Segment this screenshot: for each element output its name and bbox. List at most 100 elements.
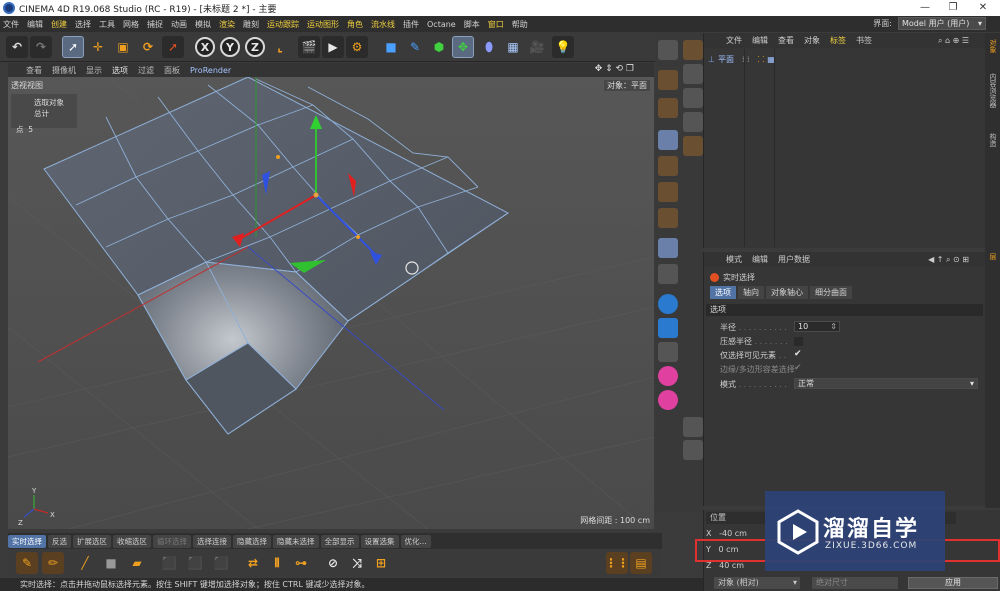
edges-mode-button[interactable] [658,156,678,176]
menu-create[interactable]: 创建 [51,19,67,30]
brush-tool-button[interactable] [683,40,703,60]
menu-animate[interactable]: 动画 [171,19,187,30]
tab-layers[interactable]: 层 [987,253,998,260]
menu-help[interactable]: 帮助 [512,19,528,30]
grid-tool-button[interactable]: ⋮⋮ [605,552,629,574]
tool-bridge-button[interactable] [683,417,703,437]
minimize-button[interactable]: — [910,0,940,16]
render-picture-viewer-button[interactable]: ▶ [322,36,344,58]
bevel-tool-button[interactable]: ⬛ [210,552,232,574]
menu-mesh[interactable]: 网格 [123,19,139,30]
perspective-viewport[interactable]: Y X Z 透视视图 选取对象 总计 点 5 对象：平面 网格间距 : 100 … [8,77,654,529]
menu-file[interactable]: 文件 [3,19,19,30]
rotate-button[interactable]: ⟳ [137,36,159,58]
menu-window[interactable]: 窗口 [488,19,504,30]
cube-button[interactable]: ■ [380,36,402,58]
menu-sculpt[interactable]: 雕刻 [243,19,259,30]
mode-select[interactable]: 正常 ▾ [794,378,978,389]
attr-menu-user-data[interactable]: 用户数据 [778,254,810,265]
solo-button[interactable] [658,366,678,386]
tab-select-connected[interactable]: 选择连接 [193,534,231,548]
tab-structure[interactable]: 构造 [987,133,998,147]
size-mode-select[interactable]: 绝对尺寸 [812,577,898,589]
tab-objects[interactable]: 对象 [987,39,998,53]
attr-nav-icons[interactable]: ◀ ↑ ⌕ ⊙ ⊞ [928,255,969,265]
redo-button[interactable]: ↷ [30,36,52,58]
axis-locks-button[interactable] [658,342,678,362]
tab-invert-selection[interactable]: 反选 [48,534,71,548]
apply-button[interactable]: 应用 [908,577,998,589]
array-tool-button[interactable]: ▤ [630,552,652,574]
tab-set-selection[interactable]: 设置选集 [360,534,399,548]
coordinate-system-button[interactable]: ⌞ [269,36,291,58]
paint-tool-button[interactable]: ✏ [42,552,64,574]
menu-render[interactable]: 渲染 [219,19,235,30]
magnet-tool-button[interactable]: ⊘ [322,552,344,574]
tab-hide-selected[interactable]: 隐藏选择 [233,534,271,548]
live-selection-button[interactable]: ➚ [62,36,84,58]
move-button[interactable]: ✛ [87,36,109,58]
layout-select[interactable]: Model 用户 (用户) ▾ [898,17,986,30]
om-menu-edit[interactable]: 编辑 [752,35,768,46]
tab-optimize[interactable]: 优化... [400,534,431,548]
tool-knife-button[interactable] [683,112,703,132]
tab-grow-selection[interactable]: 扩展选区 [73,534,111,548]
slide-tool-button[interactable]: ⊶ [290,552,312,574]
tool-2d-button[interactable] [683,88,703,108]
close-button[interactable]: ✕ [968,0,998,16]
live-selection-tool-button[interactable]: ✎ [16,552,38,574]
attr-menu-mode[interactable]: 模式 [726,254,742,265]
tab-object-axis[interactable]: 对象轴心 [766,286,808,299]
floor-button[interactable]: ▦ [502,36,524,58]
extrude-tool-button[interactable]: ⬛ [158,552,180,574]
tag-icon[interactable]: ⸬ [758,54,765,65]
menu-snap[interactable]: 捕捉 [147,19,163,30]
menu-select[interactable]: 选择 [75,19,91,30]
array-button[interactable]: ✥ [452,36,474,58]
points-mode-button[interactable] [658,130,678,150]
menu-pipeline[interactable]: 流水线 [371,19,395,30]
menu-character[interactable]: 角色 [347,19,363,30]
om-menu-tags[interactable]: 标签 [830,35,846,46]
menu-simulate[interactable]: 模拟 [195,19,211,30]
om-menu-bookmarks[interactable]: 书签 [856,35,872,46]
tab-options[interactable]: 选项 [710,286,736,299]
viewport-menu-display[interactable]: 显示 [86,65,102,76]
line-tool-button[interactable]: ╱ [74,552,96,574]
menu-edit[interactable]: 编辑 [27,19,43,30]
model-mode-button[interactable] [658,70,678,90]
deformer-button[interactable]: ⬮ [478,36,500,58]
viewport-menu-panel[interactable]: 面板 [164,65,180,76]
pressure-radius-checkbox[interactable] [794,337,803,346]
object-row-plane[interactable]: ⊥ 平面 ⁞ ⁞ ⸬ ▦ [708,53,775,66]
maximize-button[interactable]: ❐ [938,0,968,16]
menu-tools[interactable]: 工具 [99,19,115,30]
snap-button[interactable] [658,294,678,314]
tab-subdivision[interactable]: 细分曲面 [810,286,852,299]
tool-extrude-button[interactable] [683,136,703,156]
box-tool-button[interactable]: ■ [100,552,122,574]
lock-y-button[interactable]: Y [219,36,241,58]
uv-button[interactable] [658,264,678,284]
texture-mode-button[interactable] [658,98,678,118]
tab-hide-unselected[interactable]: 隐藏未选择 [273,534,319,548]
viewport-nav-icons[interactable]: ✥ ⇕ ⟲ ❐ [595,64,634,74]
stitch-tool-button[interactable]: ⊞ [370,552,392,574]
menu-plugins[interactable]: 插件 [403,19,419,30]
workplane-button[interactable] [658,318,678,338]
tab-axis[interactable]: 轴向 [738,286,764,299]
make-editable-button[interactable] [658,40,678,60]
tab-shrink-selection[interactable]: 收缩选区 [113,534,151,548]
viewport-menu-prorender[interactable]: ProRender [190,66,231,75]
menu-script[interactable]: 脚本 [464,19,480,30]
solo-hierarchy-button[interactable] [658,390,678,410]
camera-button[interactable]: 🎥 [526,36,548,58]
viewport-menu-options[interactable]: 选项 [112,65,128,76]
tweak-button[interactable] [658,238,678,258]
tab-unhide-all[interactable]: 全部显示 [320,534,359,548]
weld-tool-button[interactable]: ⤨ [346,552,368,574]
plane-mesh[interactable] [43,77,509,435]
visible-only-checkbox[interactable]: ✔ [794,350,803,359]
subdivision-button[interactable]: ⬢ [428,36,450,58]
inner-extrude-button[interactable]: ⬛ [184,552,206,574]
